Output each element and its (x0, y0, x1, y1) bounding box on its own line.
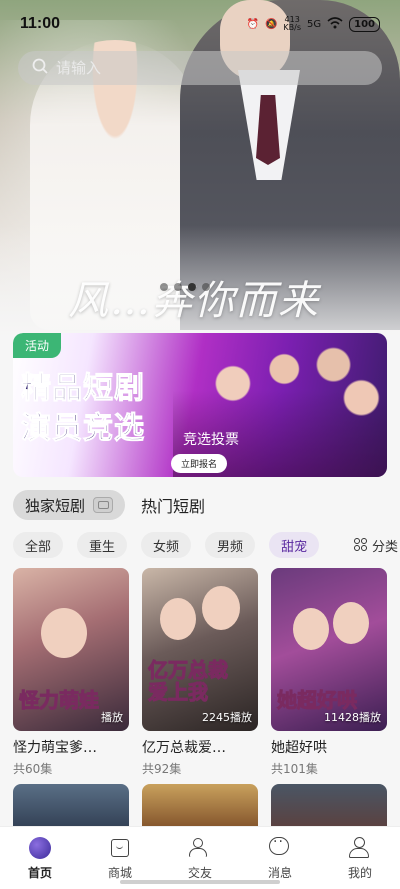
network-speed: 413 KB/s (283, 15, 301, 32)
chip-rebirth[interactable]: 重生 (77, 532, 128, 558)
drama-card[interactable]: 亿万总裁 爱上我 2245播放 亿万总裁爱… 共92集 (142, 568, 258, 777)
home-planet-icon (29, 837, 51, 859)
drama-poster[interactable]: 怪力萌娃 播放 (13, 568, 129, 731)
message-icon (269, 834, 291, 859)
status-bar: 11:00 ⏰ 🔕 413 KB/s 5G 100 (0, 0, 400, 48)
search-input[interactable] (56, 59, 356, 77)
episode-count: 共92集 (142, 762, 182, 776)
poster-face (333, 602, 369, 644)
chip-sweet[interactable]: 甜宠 (269, 532, 320, 558)
drama-grid: 怪力萌娃 播放 怪力萌宝爹… 共60集 亿万总裁 爱上我 2245播放 亿万总裁… (13, 568, 387, 777)
nav-home[interactable]: 首页 (10, 837, 70, 889)
play-count: 11428播放 (324, 711, 381, 724)
tab-exclusive-label: 独家短剧 (25, 496, 86, 515)
drama-tabs: 独家短剧 热门短剧 (13, 490, 205, 520)
poster-face (41, 608, 87, 658)
friends-icon (189, 837, 211, 859)
category-label: 分类 (371, 539, 398, 555)
drama-card[interactable]: 怪力萌娃 播放 怪力萌宝爹… 共60集 (13, 568, 129, 777)
drama-poster[interactable]: 亿万总裁 爱上我 2245播放 (142, 568, 258, 731)
nav-mall-label: 商城 (107, 866, 132, 880)
signup-button[interactable]: 立即报名 (171, 454, 228, 473)
poster-title: 她超好哄 (277, 688, 358, 712)
alarm-icon: ⏰ (246, 18, 259, 30)
drama-card[interactable]: 她超好哄 11428播放 她超好哄 共101集 (271, 568, 387, 777)
poster-face (160, 598, 196, 640)
tab-exclusive[interactable]: 独家短剧 (13, 490, 126, 520)
episode-count: 共60集 (13, 762, 53, 776)
nav-messages-label: 消息 (267, 866, 292, 880)
grid-icon (353, 538, 368, 552)
search-bar[interactable] (18, 51, 382, 85)
chip-male[interactable]: 男频 (205, 532, 256, 558)
battery-icon: 100 (349, 16, 380, 32)
banner-title-line2: 演员竞选 (21, 411, 145, 447)
status-time: 11:00 (20, 15, 61, 32)
poster-title: 怪力萌娃 (19, 688, 100, 712)
carousel-dot[interactable] (160, 283, 168, 291)
poster-face (293, 608, 329, 650)
search-icon (32, 58, 48, 78)
banner-vote-text: 竞选投票 (183, 432, 239, 448)
tab-hot[interactable]: 热门短剧 (141, 493, 205, 517)
home-indicator[interactable] (120, 880, 280, 884)
chip-all[interactable]: 全部 (13, 532, 64, 558)
category-button[interactable]: 分类 (353, 536, 400, 555)
drama-poster[interactable]: 她超好哄 11428播放 (271, 568, 387, 731)
play-count: 播放 (101, 711, 123, 724)
nav-me[interactable]: 我的 (330, 837, 390, 889)
tv-icon (93, 497, 114, 513)
activity-banner[interactable]: 活动 精品短剧 演员竞选 竞选投票 立即报名 (13, 333, 387, 477)
drama-name[interactable]: 亿万总裁爱… (142, 737, 258, 757)
poster-title: 亿万总裁 爱上我 (148, 658, 229, 704)
carousel-dot-active[interactable] (188, 283, 196, 291)
mute-icon: 🔕 (264, 18, 278, 30)
activity-tag: 活动 (13, 333, 62, 358)
wifi-icon (327, 16, 343, 32)
status-icons: ⏰ 🔕 413 KB/s 5G 100 (246, 16, 380, 32)
nav-me-label: 我的 (347, 866, 372, 880)
carousel-dot[interactable] (202, 283, 210, 291)
nav-friends-label: 交友 (187, 866, 212, 880)
hero-calligraphy: 风…奔你而来 (68, 278, 320, 324)
chip-female[interactable]: 女频 (141, 532, 192, 558)
carousel-dot[interactable] (174, 283, 182, 291)
genre-filter: 全部 重生 女频 男频 甜宠 分类 (13, 532, 400, 558)
carousel-dots[interactable] (160, 283, 210, 291)
poster-face (202, 586, 240, 630)
user-icon (349, 837, 371, 859)
drama-name[interactable]: 她超好哄 (271, 737, 387, 757)
signal-icon: 5G (307, 18, 322, 30)
banner-title-line1: 精品短剧 (21, 371, 145, 407)
play-count: 2245播放 (202, 711, 252, 724)
nav-home-label: 首页 (27, 866, 52, 880)
drama-name[interactable]: 怪力萌宝爹… (13, 737, 129, 757)
episode-count: 共101集 (271, 762, 318, 776)
shopping-bag-icon (109, 837, 131, 859)
